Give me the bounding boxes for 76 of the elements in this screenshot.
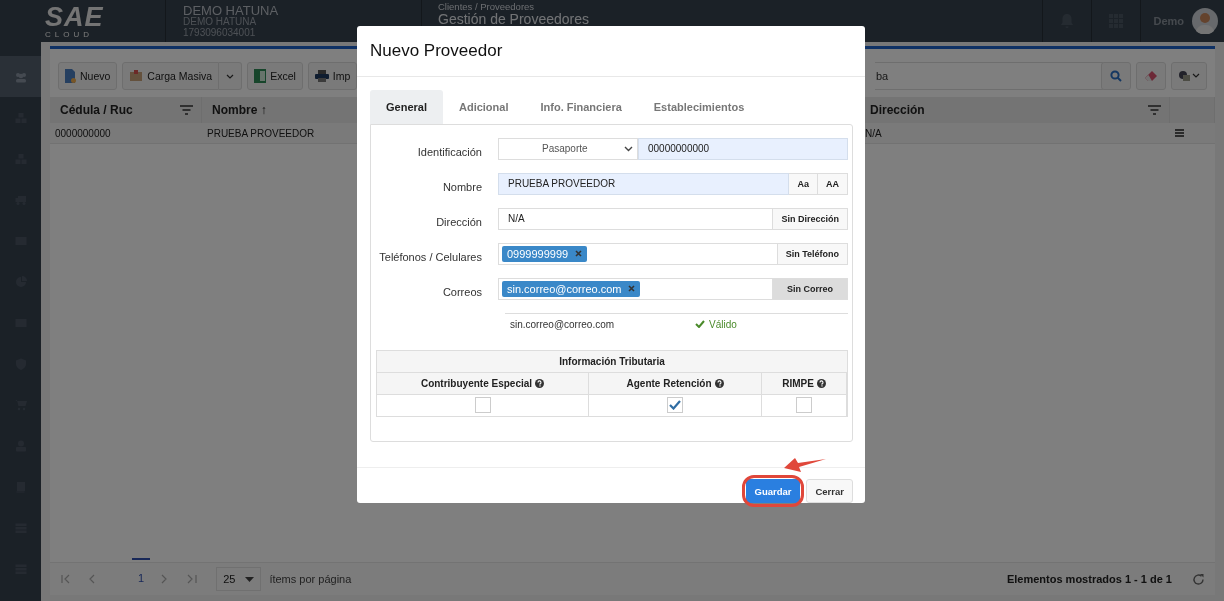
text-field[interactable]: PRUEBA PROVEEDOR (498, 172, 790, 195)
users-icon (14, 70, 27, 83)
refresh-icon[interactable] (1192, 572, 1205, 586)
tags-field[interactable]: sin.correo@correo.com (498, 277, 773, 300)
page-title: Gestión de Proveedores (438, 11, 589, 26)
table-cell: 0000000000 (50, 123, 202, 144)
company-name: DEMO HATUNA (183, 3, 280, 18)
addon-button[interactable]: AA (818, 172, 848, 195)
email-text: sin.correo@correo.com (510, 318, 616, 330)
column-header: Contribuyente Especial (420, 377, 533, 389)
help-icon[interactable] (714, 378, 724, 388)
settings-dropdown-button[interactable] (1171, 62, 1207, 90)
tag[interactable]: 0999999999 (502, 245, 588, 262)
clear-button[interactable] (1136, 62, 1166, 90)
box-icon (129, 70, 144, 82)
help-icon[interactable] (535, 378, 545, 388)
items-summary: Elementos mostrados 1 - 1 de 1 (1006, 573, 1172, 585)
field-label: Nombre (441, 179, 482, 193)
check-icon (695, 320, 705, 329)
field-label: Correos (441, 284, 482, 298)
page-size-select[interactable]: 25 (216, 567, 262, 591)
addon-button[interactable]: Sin Dirección (773, 207, 848, 230)
tag[interactable]: sin.correo@correo.com (502, 280, 641, 297)
checkbox[interactable] (667, 397, 683, 414)
spreadsheet-icon (254, 69, 267, 83)
page-size-label: ítems por página (269, 573, 352, 585)
caret-icon (245, 576, 255, 582)
remove-icon[interactable] (575, 250, 583, 258)
addon-button[interactable]: Sin Correo (773, 277, 848, 300)
printer-icon (314, 70, 329, 82)
settings-caret-icon (1178, 70, 1200, 82)
page-number[interactable]: 1 (132, 558, 151, 588)
breadcrumb[interactable]: Clientes / Proveedores (438, 2, 589, 12)
table-title: Información Tributaria (377, 350, 847, 373)
validation-status: Válido (695, 318, 737, 330)
close-button[interactable]: Cerrar (806, 479, 853, 503)
field-label: Dirección (435, 214, 482, 228)
tab[interactable]: General (370, 89, 443, 124)
filter-icon[interactable] (1148, 105, 1161, 115)
dialog-title: Nuevo Proveedor (370, 40, 503, 61)
tab[interactable]: Info. Financiera (524, 89, 638, 124)
tab[interactable]: Establecimientos (637, 89, 761, 124)
filter-icon[interactable] (180, 105, 193, 115)
field-label: Identificación (416, 144, 482, 158)
column-header[interactable]: Cédula / Ruc (50, 97, 202, 123)
sidebar-item[interactable] (0, 56, 41, 97)
field-label: Teléfonos / Celulares (378, 249, 482, 263)
addon-button[interactable]: Aa (789, 172, 818, 195)
column-header: RIMPE (782, 377, 814, 389)
checkbox[interactable] (474, 397, 491, 414)
checkbox[interactable] (796, 397, 812, 414)
save-button[interactable]: Guardar (745, 479, 801, 503)
search-icon (1110, 70, 1122, 82)
id-type-select[interactable]: Pasaporte (498, 137, 638, 160)
column-header: Agente Retención (626, 377, 712, 389)
chevron-down-icon (624, 145, 633, 152)
search-button[interactable] (1101, 62, 1131, 90)
pointer-arrow (783, 457, 826, 473)
row-menu-icon[interactable] (1175, 129, 1184, 137)
document-icon (65, 69, 76, 83)
toolbar-button[interactable]: Excel (247, 62, 303, 90)
bulk-upload-button[interactable]: Carga Masiva (122, 62, 220, 90)
remove-icon[interactable] (628, 285, 636, 293)
logo[interactable]: SAE CLOUD (0, 0, 165, 42)
addon-button[interactable]: Sin Teléfono (777, 242, 848, 265)
help-icon[interactable] (816, 378, 826, 388)
avatar-icon[interactable] (1192, 8, 1218, 34)
dropdown-button[interactable] (219, 62, 243, 90)
toolbar-button[interactable]: Imp (307, 62, 358, 90)
tab[interactable]: Adicional (442, 89, 525, 124)
eraser-icon (1144, 70, 1158, 82)
toolbar-button[interactable]: Nuevo (58, 62, 118, 90)
text-field[interactable]: N/A (498, 207, 774, 230)
tags-field[interactable]: 0999999999 (498, 242, 778, 265)
caret-icon (226, 73, 235, 79)
id-number-field[interactable]: 00000000000 (638, 137, 848, 160)
